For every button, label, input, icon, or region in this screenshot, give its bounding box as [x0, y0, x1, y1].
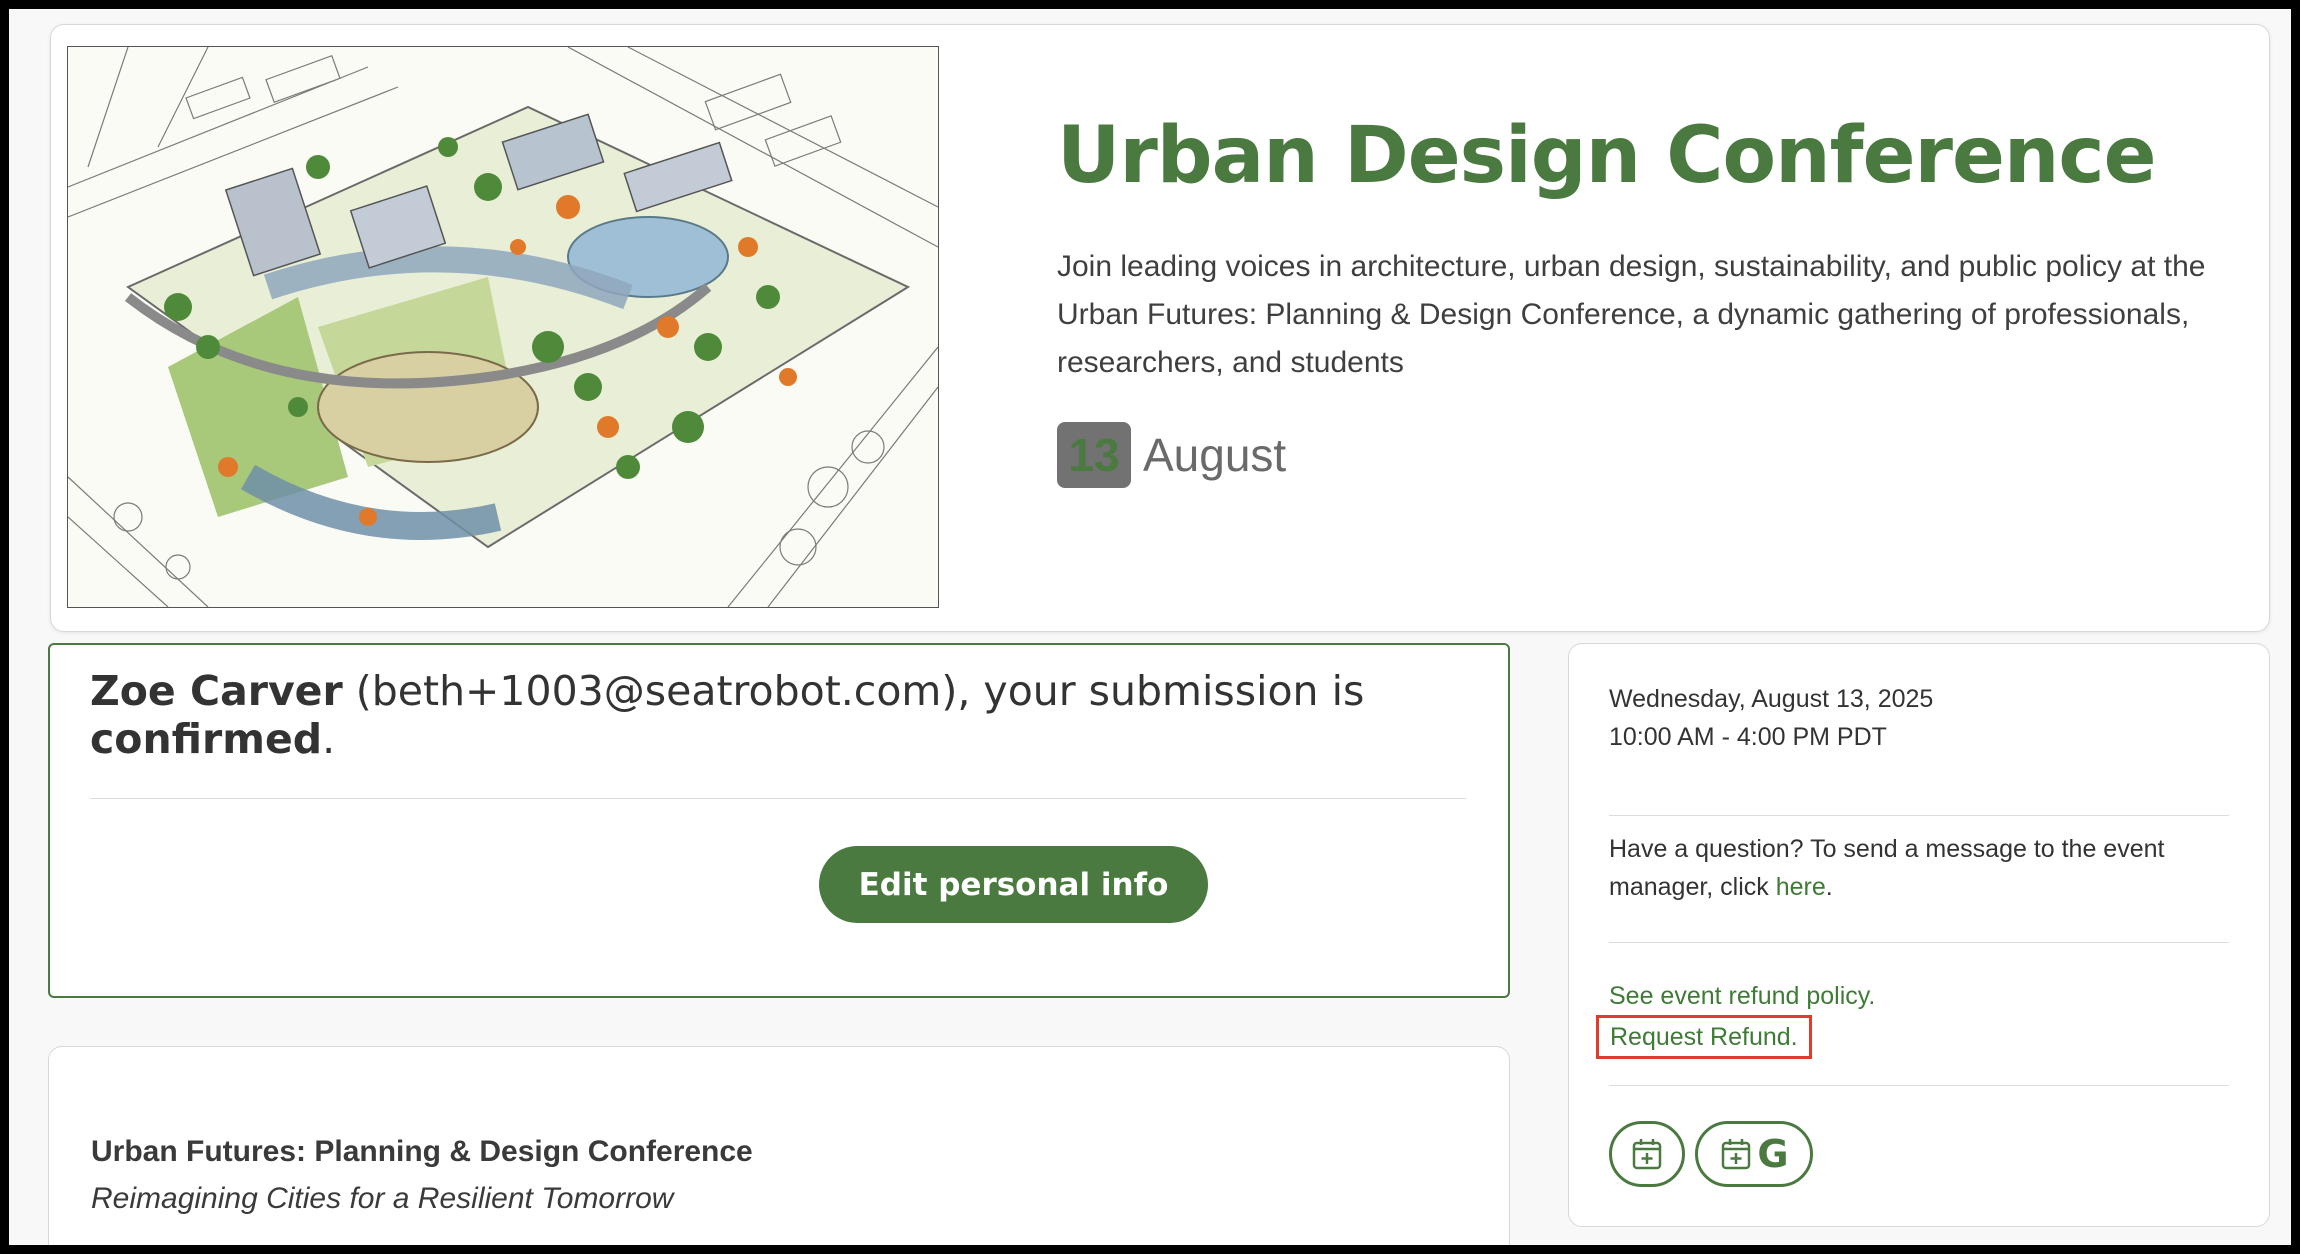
- event-description: Join leading voices in architecture, urb…: [1057, 250, 2206, 379]
- divider: [1609, 1085, 2229, 1086]
- event-hero-image: [67, 46, 939, 608]
- google-calendar-icon: [1722, 1139, 1751, 1170]
- event-title: Urban Design Conference: [1057, 111, 2157, 201]
- contact-manager-link[interactable]: here: [1776, 873, 1826, 901]
- edit-personal-info-button[interactable]: Edit personal info: [819, 846, 1208, 923]
- divider: [1609, 942, 2229, 943]
- urban-plan-sketch: [68, 47, 938, 607]
- divider: [1609, 815, 2229, 816]
- event-details-card: Urban Futures: Planning & Design Confere…: [48, 1046, 1510, 1245]
- confirmation-message: Zoe Carver (beth+1003@seatrobot.com), yo…: [90, 667, 1470, 763]
- attendee-name: Zoe Carver: [90, 667, 343, 715]
- confirmation-card: Zoe Carver (beth+1003@seatrobot.com), yo…: [48, 643, 1510, 998]
- event-date-full: Wednesday, August 13, 2025: [1609, 685, 1934, 713]
- page: Urban Design Conference Join leading voi…: [9, 9, 2291, 1245]
- confirmation-status: confirmed: [90, 715, 323, 763]
- event-day-badge: 13: [1057, 422, 1131, 488]
- contact-period: .: [1825, 873, 1833, 901]
- divider: [90, 798, 1466, 799]
- event-month: August: [1143, 429, 1287, 481]
- request-refund-link[interactable]: Request Refund.: [1596, 1015, 1812, 1059]
- google-g-icon: G: [1757, 1132, 1789, 1176]
- event-time: 10:00 AM - 4:00 PM PDT: [1609, 723, 1887, 751]
- add-to-calendar-button[interactable]: [1609, 1121, 1685, 1187]
- event-date: 13 August: [1057, 421, 1286, 489]
- contact-manager-text: Have a question? To send a message to th…: [1609, 830, 2229, 906]
- contact-manager-prompt: Have a question? To send a message to th…: [1609, 835, 2165, 901]
- add-to-google-calendar-button[interactable]: G: [1695, 1121, 1813, 1187]
- event-info-sidebar: Wednesday, August 13, 2025 10:00 AM - 4:…: [1568, 643, 2270, 1227]
- confirmation-period: .: [322, 715, 336, 763]
- refund-policy-link[interactable]: See event refund policy.: [1609, 977, 1875, 1015]
- attendee-email-text: (beth+1003@seatrobot.com), your submissi…: [342, 667, 1365, 715]
- event-full-title: Urban Futures: Planning & Design Confere…: [91, 1135, 753, 1168]
- event-tagline: Reimagining Cities for a Resilient Tomor…: [91, 1182, 674, 1215]
- event-hero: Urban Design Conference Join leading voi…: [50, 24, 2270, 632]
- calendar-plus-icon: [1632, 1139, 1662, 1170]
